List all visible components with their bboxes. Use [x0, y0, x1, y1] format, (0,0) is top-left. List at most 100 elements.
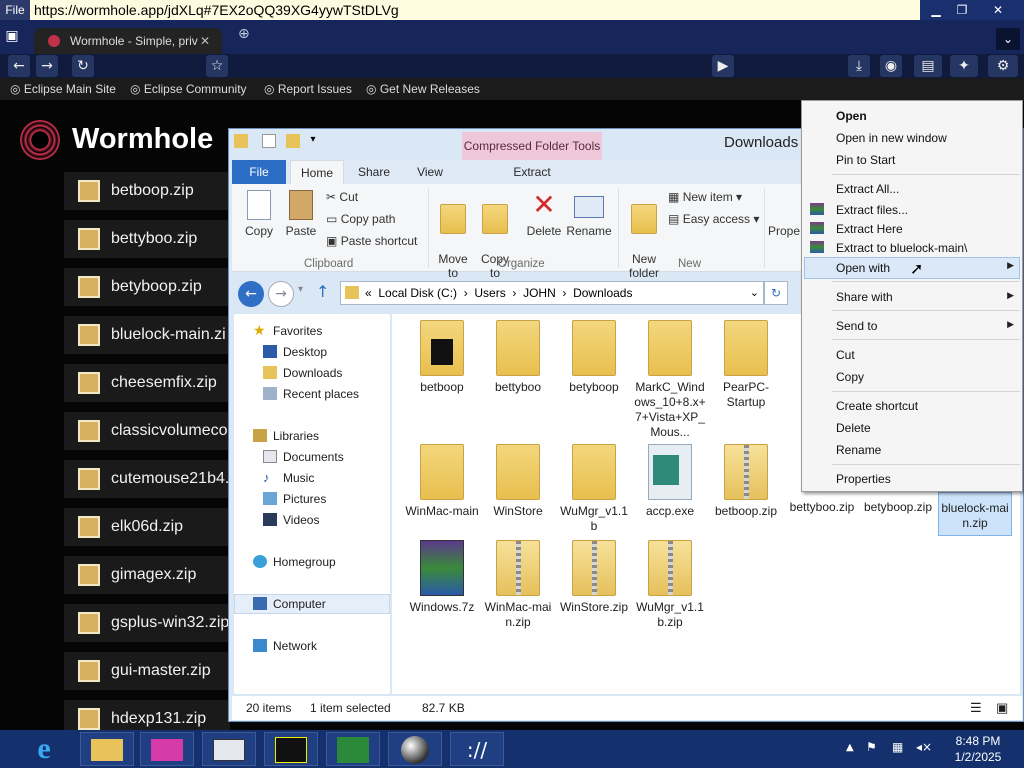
taskbar-app-2[interactable]	[202, 732, 256, 766]
rename-button[interactable]: Rename	[566, 190, 612, 238]
menu-open-new-window[interactable]: Open in new window	[836, 129, 947, 147]
file-item-selected[interactable]: bluelock-main.zip	[938, 492, 1012, 536]
page-menu-icon[interactable]: ▤	[914, 55, 942, 77]
nav-pictures[interactable]: Pictures	[263, 490, 326, 508]
taskbar-app-6[interactable]: ://	[450, 732, 504, 766]
tab-overflow-icon[interactable]: ⌄	[996, 28, 1020, 50]
nav-recent-places[interactable]: Recent places	[263, 385, 359, 403]
forward-icon[interactable]: →	[36, 55, 58, 77]
tab-view[interactable]: View	[408, 160, 452, 184]
breadcrumb-local-disk[interactable]: Local Disk (C:)	[378, 286, 457, 300]
nav-homegroup[interactable]: Homegroup	[253, 553, 336, 571]
menu-pin-to-start[interactable]: Pin to Start	[836, 151, 895, 169]
nav-libraries[interactable]: Libraries	[253, 427, 319, 445]
nav-documents[interactable]: Documents	[263, 448, 344, 466]
action-center-icon[interactable]: ⚑	[866, 740, 877, 754]
back-icon[interactable]: ←	[8, 55, 30, 77]
file-item[interactable]: MarkC_Windows_10+8.x+7+Vista+XP_Mous...	[633, 320, 707, 440]
menu-extract-all[interactable]: Extract All...	[836, 180, 899, 198]
nav-network[interactable]: Network	[253, 637, 317, 655]
new-tab-icon[interactable]: ⊕	[238, 26, 250, 42]
menu-send-to[interactable]: Send to	[836, 317, 877, 335]
file-item[interactable]: WuMgr_v1.1b	[557, 444, 631, 534]
tab-file[interactable]: File	[232, 160, 286, 184]
file-item[interactable]: betyboop	[557, 320, 631, 395]
file-item[interactable]: Windows.7z	[405, 540, 479, 615]
taskbar-explorer[interactable]	[80, 732, 134, 766]
tab-share[interactable]: Share	[352, 160, 396, 184]
ie-icon[interactable]: e	[24, 733, 64, 765]
menu-copy[interactable]: Copy	[836, 368, 864, 386]
file-list-item[interactable]: hdexp131.zip	[64, 700, 230, 730]
nav-downloads[interactable]: Downloads	[263, 364, 342, 382]
tab-extract[interactable]: Extract	[494, 160, 570, 184]
menu-extract-files[interactable]: Extract files...	[836, 201, 908, 219]
menu-extract-to[interactable]: Extract to bluelock-main\	[836, 239, 967, 257]
up-arrow-icon[interactable]: ↑	[316, 282, 329, 301]
file-list-item[interactable]: gsplus-win32.zip	[64, 604, 230, 642]
file-item[interactable]: betboop.zip	[709, 444, 783, 519]
details-view-icon[interactable]: ☰	[970, 696, 982, 720]
close-icon[interactable]: ✕	[974, 0, 1022, 20]
breadcrumb-downloads[interactable]: Downloads	[573, 286, 632, 300]
paste-shortcut-button[interactable]: ▣ Paste shortcut	[326, 234, 417, 248]
file-item[interactable]: PearPC-Startup	[709, 320, 783, 410]
delete-button[interactable]: ✕ Delete	[522, 190, 566, 239]
taskbar-app-5[interactable]	[388, 732, 442, 766]
file-list-item[interactable]: classicvolumeco	[64, 412, 230, 450]
menu-properties[interactable]: Properties	[836, 470, 891, 488]
menu-cut[interactable]: Cut	[836, 346, 855, 364]
file-list-item[interactable]: cutemouse21b4.	[64, 460, 230, 498]
file-item[interactable]: accp.exe	[633, 444, 707, 519]
file-item[interactable]: bettyboo.zip	[785, 500, 859, 515]
clock[interactable]: 8:48 PM 1/2/2025	[948, 733, 1008, 765]
extension-icon[interactable]: ◉	[880, 55, 902, 77]
taskbar-app-3[interactable]	[264, 732, 318, 766]
nav-desktop[interactable]: Desktop	[263, 343, 327, 361]
file-list-item[interactable]: bluelock-main.zi	[64, 316, 230, 354]
file-list-item[interactable]: gui-master.zip	[64, 652, 230, 690]
menu-rename[interactable]: Rename	[836, 441, 881, 459]
file-item[interactable]: WuMgr_v1.1b.zip	[633, 540, 707, 630]
address-dropdown-icon[interactable]: ⌄	[750, 282, 759, 304]
recent-dropdown-icon[interactable]: ▾	[298, 284, 303, 295]
file-list-item[interactable]: cheesemfix.zip	[64, 364, 230, 402]
breadcrumb-john[interactable]: JOHN	[523, 286, 556, 300]
file-item[interactable]: bettyboo	[481, 320, 555, 395]
tab-list-icon[interactable]: ▣	[2, 28, 22, 48]
extensions-puzzle-icon[interactable]: ✦	[950, 55, 978, 77]
menu-open[interactable]: Open	[836, 107, 867, 125]
menu-extract-here[interactable]: Extract Here	[836, 220, 903, 238]
bookmark-report-issues[interactable]: ◎ Report Issues	[264, 81, 352, 97]
menu-share-with[interactable]: Share with	[836, 288, 893, 306]
refresh-icon[interactable]: ↻	[764, 281, 788, 305]
properties-button[interactable]: Prope	[768, 224, 800, 238]
download-icon[interactable]: ⤓	[848, 55, 870, 77]
network-tray-icon[interactable]: ▦	[892, 740, 903, 754]
menu-create-shortcut[interactable]: Create shortcut	[836, 397, 918, 415]
new-folder-button[interactable]: New folder	[624, 190, 664, 280]
file-list-item[interactable]: bettyboo.zip	[64, 220, 230, 258]
browser-tab[interactable]: Wormhole - Simple, priv ✕	[34, 28, 222, 54]
nav-music[interactable]: ♪ Music	[263, 469, 314, 487]
media-play-icon[interactable]: ▶	[712, 55, 734, 77]
menu-delete[interactable]: Delete	[836, 419, 871, 437]
url-input[interactable]: https://wormhole.app/jdXLq#7EX2oQQ39XG4y…	[30, 0, 920, 20]
properties-quick-icon[interactable]	[262, 134, 276, 148]
reload-icon[interactable]: ↻	[72, 55, 94, 77]
wrench-icon[interactable]: ⚙	[988, 55, 1018, 77]
nav-videos[interactable]: Videos	[263, 511, 319, 529]
copy-path-button[interactable]: ▭ Copy path	[326, 212, 395, 226]
easy-access-button[interactable]: ▤ Easy access ▾	[668, 212, 759, 226]
back-arrow-icon[interactable]: ←	[238, 281, 264, 307]
tray-expand-icon[interactable]: ▲	[846, 742, 854, 753]
copy-button[interactable]: Copy	[240, 190, 278, 238]
nav-computer[interactable]: Computer	[253, 595, 326, 613]
bookmark-eclipse-community[interactable]: ◎ Eclipse Community	[130, 81, 247, 97]
quick-access-dropdown-icon[interactable]: ▾	[306, 134, 320, 148]
bookmark-star-icon[interactable]: ☆	[206, 55, 228, 77]
new-folder-quick-icon[interactable]	[286, 134, 300, 148]
file-list-item[interactable]: betyboop.zip	[64, 268, 230, 306]
file-item[interactable]: WinMac-main	[405, 444, 479, 519]
file-list-item[interactable]: gimagex.zip	[64, 556, 230, 594]
